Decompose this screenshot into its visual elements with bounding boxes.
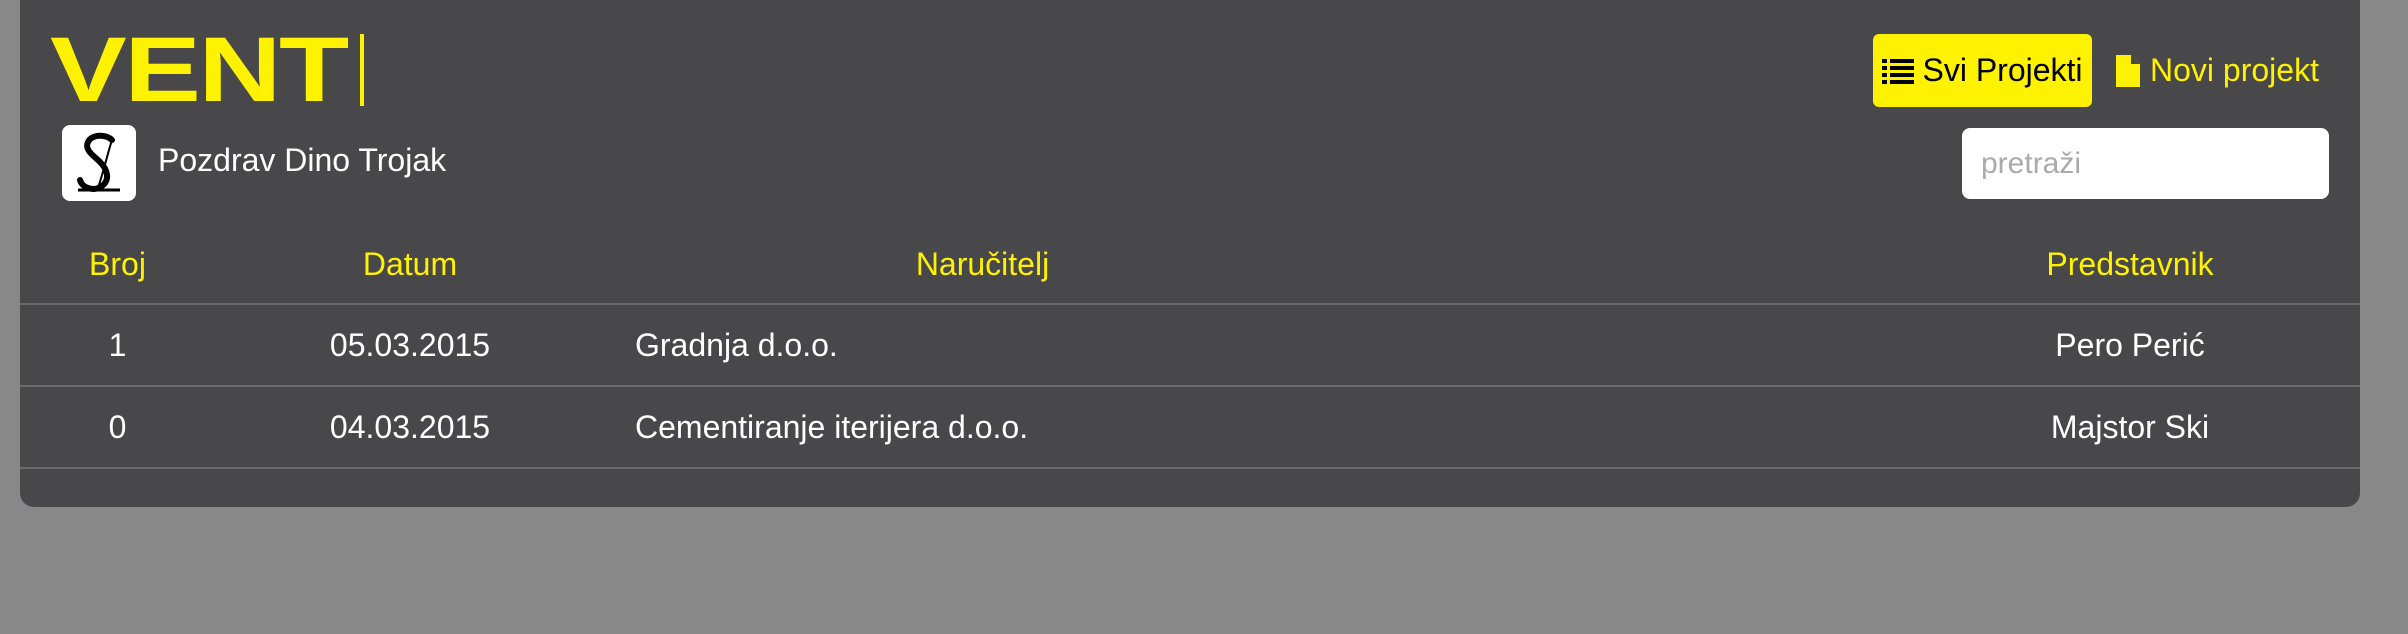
s-logo-icon <box>77 132 120 192</box>
main-panel: VENT Pozdrav Dino Trojak Svi Projekti No… <box>20 0 2360 507</box>
all-projects-label: Svi Projekti <box>1922 52 2083 88</box>
projects-table: Broj Datum Naručitelj Predstavnik 1 05.0… <box>20 225 2360 469</box>
cell-datum: 04.03.2015 <box>215 386 605 469</box>
cell-predstavnik: Pero Perić <box>1900 304 2360 387</box>
greeting-text: Pozdrav Dino Trojak <box>158 142 447 178</box>
cell-narucitelj: Cementiranje iterijera d.o.o. <box>605 386 1900 469</box>
header-broj[interactable]: Broj <box>20 225 215 305</box>
new-project-label: Novi projekt <box>2150 52 2319 88</box>
avatar <box>62 125 136 201</box>
app-logo[interactable]: VENT <box>50 24 364 116</box>
new-project-link[interactable]: Novi projekt <box>2116 34 2319 107</box>
cell-narucitelj: Gradnja d.o.o. <box>605 304 1900 387</box>
table-row[interactable]: 0 04.03.2015 Cementiranje iterijera d.o.… <box>20 386 2360 469</box>
cell-datum: 05.03.2015 <box>215 304 605 387</box>
table-header-row: Broj Datum Naručitelj Predstavnik <box>20 225 2360 305</box>
logo-text: VENT <box>50 19 349 121</box>
search-input[interactable] <box>1962 128 2329 199</box>
header-narucitelj[interactable]: Naručitelj <box>605 225 1900 305</box>
file-icon <box>2116 54 2140 87</box>
all-projects-button[interactable]: Svi Projekti <box>1873 34 2092 107</box>
list-icon <box>1882 58 1915 84</box>
header-predstavnik[interactable]: Predstavnik <box>1900 225 2360 305</box>
logo-bar <box>360 34 364 106</box>
cell-predstavnik: Majstor Ski <box>1900 386 2360 469</box>
cell-broj: 1 <box>20 304 215 387</box>
header-datum[interactable]: Datum <box>215 225 605 305</box>
table-row[interactable]: 1 05.03.2015 Gradnja d.o.o. Pero Perić <box>20 304 2360 387</box>
cell-broj: 0 <box>20 386 215 469</box>
